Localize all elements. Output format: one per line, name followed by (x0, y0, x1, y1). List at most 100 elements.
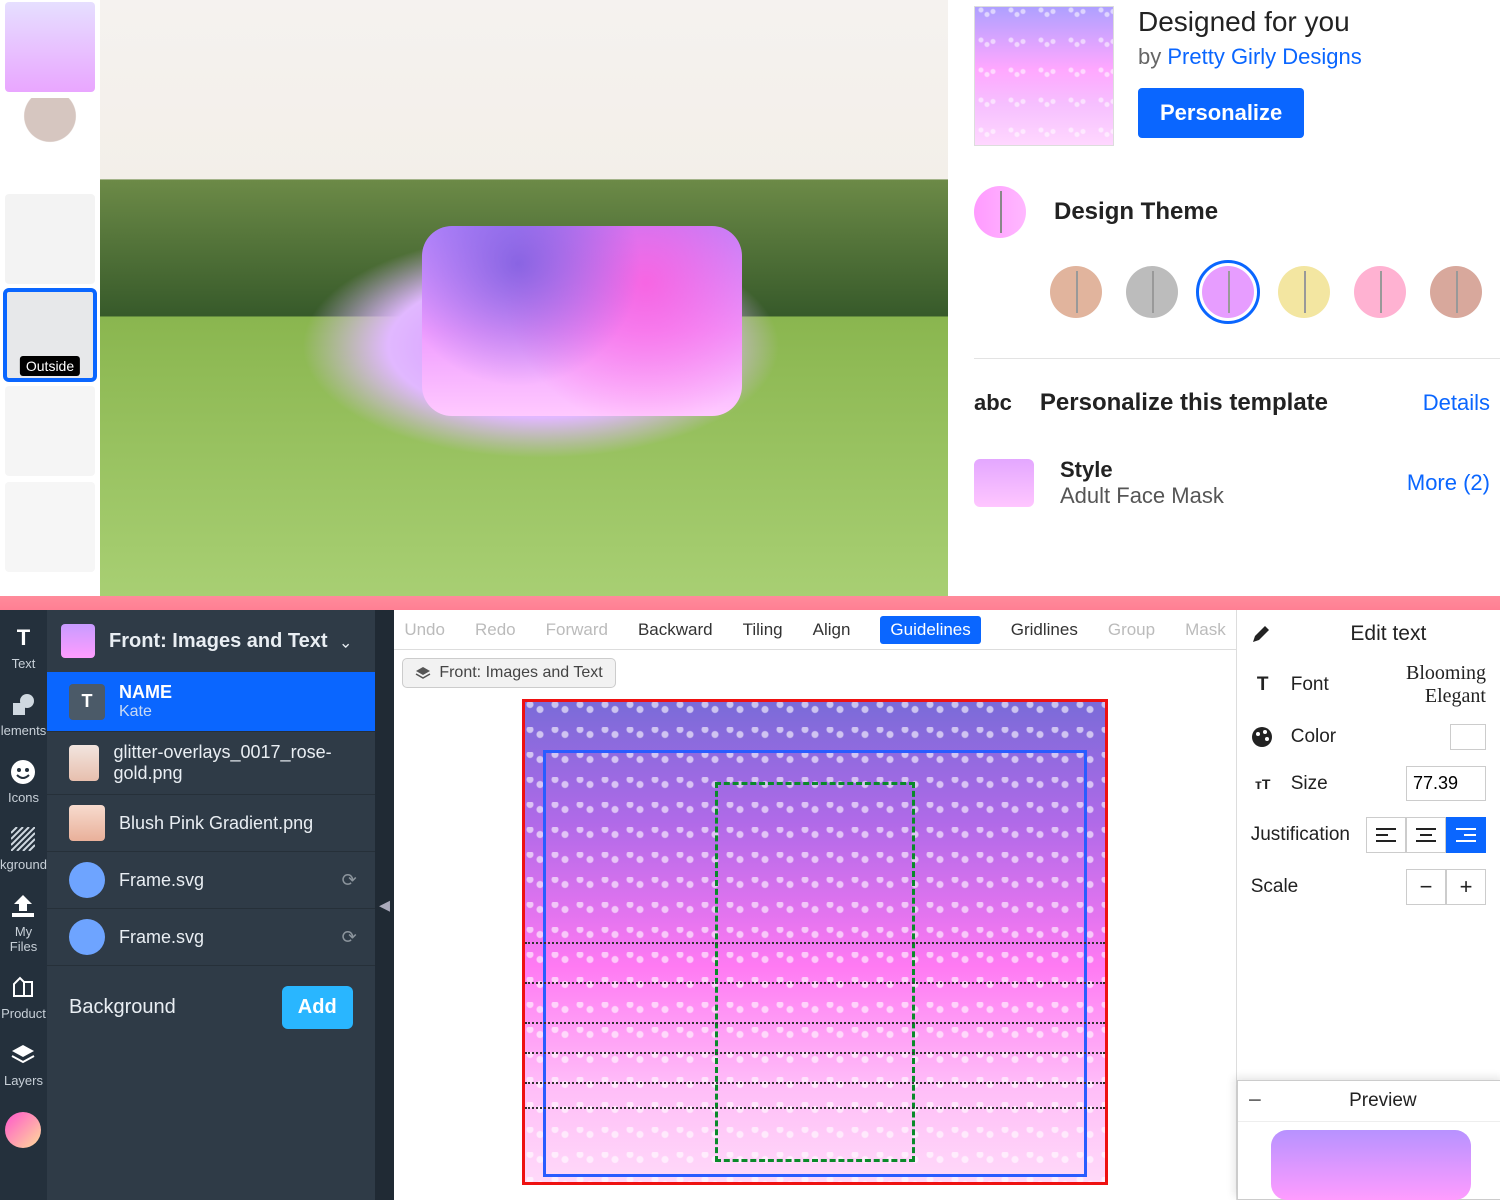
layer-label: NAME Kate (119, 682, 172, 721)
thumb-5[interactable] (5, 482, 95, 572)
more-link[interactable]: More (2) (1407, 470, 1490, 496)
swatch-3[interactable] (1278, 266, 1330, 318)
align-button[interactable]: Align (813, 620, 851, 640)
guide-line (525, 1082, 1105, 1084)
scale-up-button[interactable]: + (1446, 869, 1486, 905)
minimize-icon[interactable]: − (1248, 1087, 1272, 1115)
scale-label: Scale (1251, 876, 1299, 898)
font-row[interactable]: T Font Blooming Elegant (1251, 662, 1486, 708)
rail-myfiles[interactable]: My Files (0, 892, 47, 954)
design-thumbnail[interactable] (974, 6, 1114, 146)
layer-frame-1[interactable]: Frame.svg ⟳ (47, 852, 375, 909)
guide-line (525, 982, 1105, 984)
preview-pane: − Preview (1237, 1080, 1500, 1200)
elements-icon (9, 691, 37, 719)
divider-line (974, 358, 1500, 359)
add-button[interactable]: Add (282, 986, 353, 1029)
preview-mask-image (1271, 1130, 1471, 1200)
rail-layers[interactable]: Layers (0, 1041, 47, 1088)
forward-button[interactable]: Forward (546, 620, 608, 640)
layers-panel-header[interactable]: Front: Images and Text ⌃ (47, 610, 375, 672)
chevron-up-icon: ⌃ (339, 631, 352, 651)
refresh-icon[interactable]: ⟳ (342, 870, 357, 891)
designed-info: Designed for you by Pretty Girly Designs… (1138, 6, 1362, 138)
swatch-0[interactable] (1050, 266, 1102, 318)
size-label: Size (1291, 773, 1328, 795)
rail-background[interactable]: kground (0, 825, 47, 872)
rail-icons[interactable]: Icons (0, 758, 47, 805)
style-row: Style Adult Face Mask More (2) (974, 457, 1500, 509)
font-name-preview: Blooming Elegant (1345, 662, 1486, 708)
background-row: Background Add (47, 966, 375, 1049)
undo-button[interactable]: Undo (404, 620, 445, 640)
myfiles-icon (9, 892, 37, 920)
font-label: Font (1291, 674, 1329, 696)
rail-elements-label: lements (1, 723, 47, 738)
canvas-viewport[interactable] (394, 688, 1235, 1200)
style-label: Style (1060, 457, 1224, 483)
thumb-4[interactable] (5, 386, 95, 476)
guide-line (525, 1052, 1105, 1054)
edit-text-panel: Edit text T Font Blooming Elegant Color … (1236, 610, 1500, 1200)
layer-name[interactable]: T NAME Kate (47, 672, 375, 732)
layer-type-image-icon (69, 805, 105, 841)
group-button[interactable]: Group (1108, 620, 1155, 640)
thumb-1[interactable] (5, 98, 95, 188)
main-product-photo[interactable] (100, 0, 948, 596)
text-icon: T (9, 624, 37, 652)
style-value: Adult Face Mask (1060, 483, 1224, 509)
product-side-panel: Designed for you by Pretty Girly Designs… (948, 0, 1500, 596)
design-theme-label: Design Theme (1054, 198, 1218, 226)
color-swatch[interactable] (1450, 724, 1486, 750)
gridlines-button[interactable]: Gridlines (1011, 620, 1078, 640)
layer-label: Blush Pink Gradient.png (119, 813, 313, 834)
layer-gradient[interactable]: Blush Pink Gradient.png (47, 795, 375, 852)
swatch-1[interactable] (1126, 266, 1178, 318)
style-text: Style Adult Face Mask (1060, 457, 1224, 509)
rail-background-label: kground (0, 857, 47, 872)
redo-button[interactable]: Redo (475, 620, 516, 640)
personalize-button[interactable]: Personalize (1138, 88, 1304, 138)
theme-dot-icon (974, 186, 1026, 238)
justify-right-button[interactable] (1446, 817, 1486, 853)
layer-type-frame-icon (69, 862, 105, 898)
thumb-3[interactable]: Outside (5, 290, 95, 380)
rail-myfiles-label: My Files (0, 924, 47, 954)
font-icon: T (1251, 674, 1275, 696)
panel-collapse-grip[interactable]: ◂ (375, 610, 395, 1200)
rail-text[interactable]: T Text (0, 624, 47, 671)
swatch-2[interactable] (1202, 266, 1254, 318)
guidelines-button[interactable]: Guidelines (880, 616, 980, 644)
layer-glitter[interactable]: glitter-overlays_0017_rose-gold.png (47, 732, 375, 795)
layer-frame-2[interactable]: Frame.svg ⟳ (47, 909, 375, 966)
swatch-4[interactable] (1354, 266, 1406, 318)
mask-button[interactable]: Mask (1185, 620, 1226, 640)
tiling-button[interactable]: Tiling (743, 620, 783, 640)
artboard[interactable] (525, 702, 1105, 1182)
layers-head-thumb (61, 624, 95, 658)
refresh-icon[interactable]: ⟳ (342, 927, 357, 948)
layers-head-title: Front: Images and Text (109, 630, 328, 653)
rail-text-label: Text (12, 656, 36, 671)
thumb-badge: Outside (20, 356, 80, 376)
chevron-left-icon: ◂ (379, 892, 390, 918)
swatch-5[interactable] (1430, 266, 1482, 318)
rail-elements[interactable]: lements (0, 691, 47, 738)
backward-button[interactable]: Backward (638, 620, 713, 640)
rail-product[interactable]: Product (0, 974, 47, 1021)
avatar[interactable] (5, 1112, 41, 1148)
color-label: Color (1291, 726, 1336, 748)
color-row[interactable]: Color (1251, 724, 1486, 750)
layer-label: Frame.svg (119, 927, 204, 948)
canvas-column: Undo Redo Forward Backward Tiling Align … (394, 610, 1235, 1200)
surface-crumb[interactable]: Front: Images and Text (402, 658, 615, 688)
scale-down-button[interactable]: − (1406, 869, 1446, 905)
thumb-2[interactable] (5, 194, 95, 284)
thumb-0[interactable] (5, 2, 95, 92)
layers-panel: Front: Images and Text ⌃ T NAME Kate gli… (47, 610, 375, 1200)
justify-center-button[interactable] (1406, 817, 1446, 853)
details-link[interactable]: Details (1423, 390, 1490, 416)
designer-link[interactable]: Pretty Girly Designs (1167, 44, 1361, 69)
size-input[interactable] (1406, 766, 1486, 801)
justify-left-button[interactable] (1366, 817, 1406, 853)
